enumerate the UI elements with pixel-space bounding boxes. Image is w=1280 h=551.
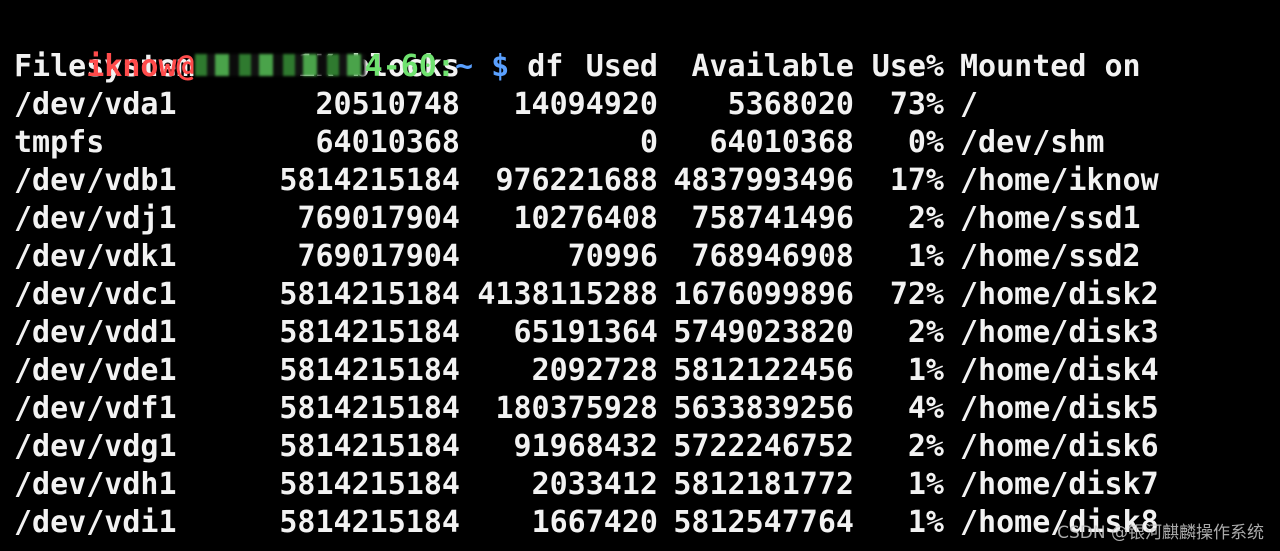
cell-mounted-on: /home/disk5 — [960, 391, 1159, 426]
cell-used: 2033412 — [531, 467, 658, 502]
cell-1k-blocks: 64010368 — [315, 125, 461, 160]
cell-mounted-on: /home/disk6 — [960, 429, 1159, 464]
cell-use-percent: 72% — [889, 277, 944, 312]
prompt-user: iknow@ — [86, 49, 195, 84]
df-row: /dev/vdk1 769017904 70996 768946908 1% /home/… — [14, 238, 1159, 276]
df-row: /dev/vdj1 769017904 10276408 758741496 2% /ho… — [14, 200, 1159, 238]
df-row: /dev/vda1 20510748 14094920 5368020 73% / — [14, 86, 1159, 124]
cell-used: 2092728 — [531, 353, 658, 388]
cell-used: 4138115288 — [477, 277, 658, 312]
cell-mounted-on: /home/disk4 — [960, 353, 1159, 388]
cell-1k-blocks: 769017904 — [297, 201, 460, 236]
df-row: /dev/vde1 5814215184 2092728 5812122456 1% /h… — [14, 352, 1159, 390]
cell-use-percent: 0% — [907, 125, 944, 160]
cell-available: 768946908 — [691, 239, 854, 274]
cell-available: 758741496 — [691, 201, 854, 236]
cell-use-percent: 1% — [907, 239, 944, 274]
df-row: /dev/vdg1 5814215184 91968432 5722246752 2% /… — [14, 428, 1159, 466]
cell-1k-blocks: 5814215184 — [279, 391, 460, 426]
cell-used: 1667420 — [531, 505, 658, 540]
cell-1k-blocks: 5814215184 — [279, 353, 460, 388]
header-available: Available — [691, 49, 854, 84]
cell-use-percent: 4% — [907, 391, 944, 426]
cell-mounted-on: /home/ssd1 — [960, 201, 1141, 236]
terminal-window[interactable]: iknow@ 4-60:~ $ df Filesystem 1K-blocks U… — [0, 0, 1280, 551]
cell-1k-blocks: 5814215184 — [279, 505, 460, 540]
cell-use-percent: 17% — [889, 163, 944, 198]
cell-filesystem: /dev/vdc1 — [14, 277, 177, 312]
cell-filesystem: /dev/vde1 — [14, 353, 177, 388]
df-rows: /dev/vda1 20510748 14094920 5368020 73% / tmpf… — [14, 86, 1159, 542]
cell-used: 0 — [639, 125, 658, 160]
redacted-hostname — [194, 53, 365, 76]
cell-filesystem: /dev/vdb1 — [14, 163, 177, 198]
cell-used: 70996 — [567, 239, 658, 274]
df-row: /dev/vdi1 5814215184 1667420 5812547764 1%/h… — [14, 504, 1159, 542]
cell-1k-blocks: 5814215184 — [279, 315, 460, 350]
cell-mounted-on: /home/disk7 — [960, 467, 1159, 502]
cell-available: 5368020 — [727, 87, 854, 122]
cell-available: 4837993496 — [673, 163, 854, 198]
cell-1k-blocks: 769017904 — [297, 239, 460, 274]
cell-used: 180375928 — [495, 391, 658, 426]
cell-available: 5633839256 — [673, 391, 854, 426]
cell-available: 5749023820 — [673, 315, 854, 350]
cell-mounted-on: /dev/shm — [960, 125, 1105, 160]
cell-filesystem: /dev/vdi1 — [14, 505, 177, 540]
header-use-percent: Use% — [871, 49, 944, 84]
cell-available: 5722246752 — [673, 429, 854, 464]
cell-1k-blocks: 5814215184 — [279, 467, 460, 502]
cell-1k-blocks: 5814215184 — [279, 163, 460, 198]
cell-mounted-on: /home/ssd2 — [960, 239, 1141, 274]
cell-filesystem: tmpfs — [14, 125, 105, 160]
cell-mounted-on: / — [960, 87, 979, 122]
df-row: /dev/vdc1 5814215184 4138115288 1676099896 7… — [14, 276, 1159, 314]
cell-filesystem: /dev/vda1 — [14, 87, 177, 122]
cell-filesystem: /dev/vdj1 — [14, 201, 177, 236]
cell-filesystem: /dev/vdf1 — [14, 391, 177, 426]
cell-filesystem: /dev/vdk1 — [14, 239, 177, 274]
cell-used: 91968432 — [513, 429, 659, 464]
cell-available: 64010368 — [709, 125, 855, 160]
cell-available: 1676099896 — [673, 277, 854, 312]
next-prompt-partial — [14, 543, 914, 551]
header-mounted-on: Mounted on — [960, 49, 1141, 84]
cell-filesystem: /dev/vdd1 — [14, 315, 177, 350]
prompt-symbol: $ — [491, 49, 510, 84]
cell-mounted-on: /home/iknow — [960, 163, 1159, 198]
cell-used: 65191364 — [513, 315, 659, 350]
df-row: tmpfs 64010368 0 64010368 0% /dev/shm — [14, 124, 1159, 162]
cell-filesystem: /dev/vdg1 — [14, 429, 177, 464]
command-text: df — [527, 49, 564, 84]
cell-1k-blocks: 20510748 — [315, 87, 461, 122]
cell-use-percent: 1% — [907, 467, 944, 502]
df-output-table: Filesystem 1K-blocks Used Available Use%… — [14, 48, 1159, 542]
prompt-path: ~ — [454, 49, 473, 84]
cell-mounted-on: /home/disk3 — [960, 315, 1159, 350]
cell-use-percent: 2% — [907, 315, 944, 350]
df-row: /dev/vdb1 5814215184 976221688 4837993496 17… — [14, 162, 1159, 200]
df-row: /dev/vdf1 5814215184 180375928 5633839256 4%… — [14, 390, 1159, 428]
cell-available: 5812547764 — [673, 505, 854, 540]
cell-available: 5812122456 — [673, 353, 854, 388]
cell-use-percent: 2% — [907, 201, 944, 236]
cell-filesystem: /dev/vdh1 — [14, 467, 177, 502]
cell-use-percent: 2% — [907, 429, 944, 464]
cell-used: 976221688 — [495, 163, 658, 198]
cell-used: 10276408 — [513, 201, 659, 236]
cell-1k-blocks: 5814215184 — [279, 277, 460, 312]
cell-used: 14094920 — [513, 87, 659, 122]
prompt-line: iknow@ 4-60:~ $ df — [14, 10, 1280, 84]
cell-available: 5812181772 — [673, 467, 854, 502]
cell-1k-blocks: 5814215184 — [279, 429, 460, 464]
cell-mounted-on: /home/disk2 — [960, 277, 1159, 312]
df-row: /dev/vdd1 5814215184 65191364 5749023820 2% /… — [14, 314, 1159, 352]
cell-use-percent: 1% — [907, 505, 944, 540]
prompt-host-suffix: 4-60: — [364, 49, 455, 84]
df-row: /dev/vdh1 5814215184 2033412 5812181772 1% /h… — [14, 466, 1159, 504]
watermark: CSDN @银河麒麟操作系统 — [1057, 523, 1264, 543]
cell-use-percent: 73% — [889, 87, 944, 122]
cell-use-percent: 1% — [907, 353, 944, 388]
